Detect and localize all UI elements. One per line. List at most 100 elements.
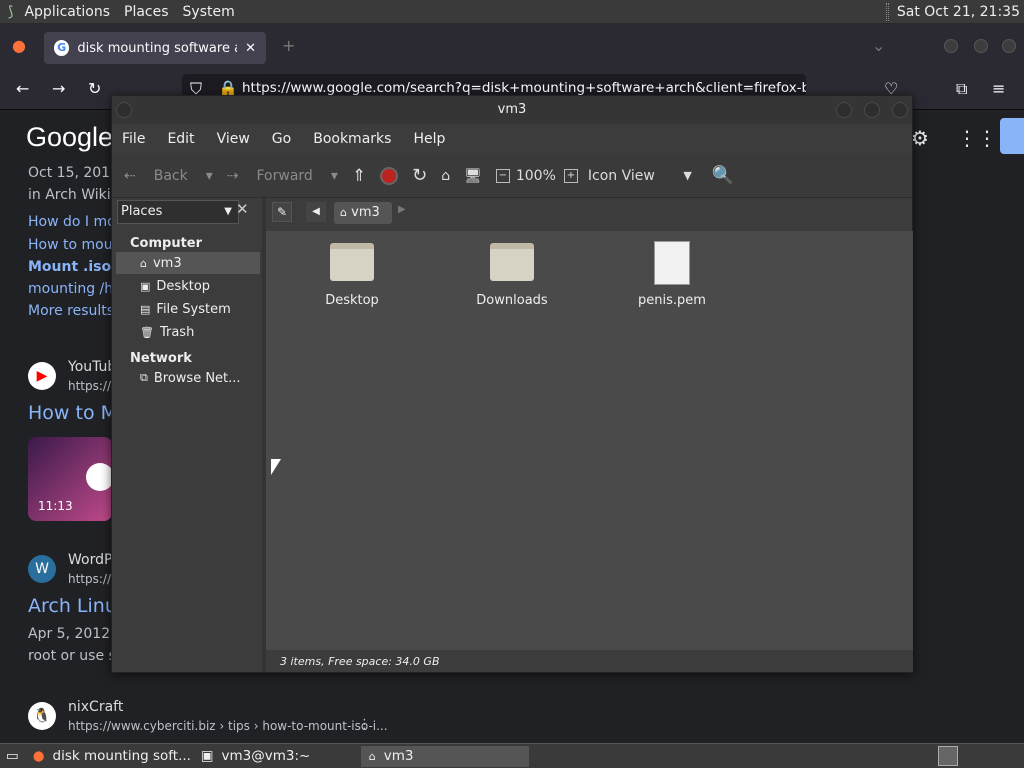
wordpress-site-name[interactable]: WordP — [68, 552, 112, 568]
tab-title: disk mounting software arch — [77, 40, 237, 56]
file-item-desktop[interactable]: Desktop — [297, 243, 407, 308]
crumb-right-icon[interactable]: ▶ — [398, 204, 406, 215]
workspace-switcher[interactable] — [938, 746, 958, 766]
wordpress-date: Apr 5, 2012 – — [28, 626, 122, 642]
sidebar-item-desktop[interactable]: ▣ Desktop — [116, 275, 260, 297]
play-icon[interactable] — [86, 463, 112, 491]
taskbar-item-terminal[interactable]: ▣ vm3@vm3:~ — [193, 746, 361, 767]
taskbar-item-file-manager[interactable]: ⌂ vm3 — [360, 745, 529, 767]
more-options-icon[interactable]: ⋮ — [358, 717, 371, 732]
sub-link-2[interactable]: How to moun — [28, 237, 121, 253]
forward-dropdown-icon[interactable]: ▾ — [331, 168, 338, 184]
text-file-icon — [654, 241, 690, 285]
browser-tab[interactable]: G disk mounting software arch ✕ — [44, 32, 266, 64]
crumb-vm3[interactable]: ⌂ vm3 — [334, 202, 392, 224]
chevron-down-icon: ▼ — [224, 206, 232, 217]
bottom-taskbar: ▭ ● disk mounting soft... ▣ vm3@vm3:~ ⌂ … — [0, 743, 1024, 768]
hamburger-menu-icon[interactable]: ≡ — [992, 79, 1005, 98]
zoom-in-button[interactable]: + — [563, 168, 578, 183]
sidebar-item-vm3[interactable]: ⌂ vm3 — [116, 252, 260, 274]
network-icon: ⧉ — [140, 371, 148, 384]
file-view[interactable]: Desktop Downloads penis.pem — [266, 231, 913, 650]
wordpress-result-title[interactable]: Arch Linu — [28, 595, 117, 617]
sidebar-item-browse-network[interactable]: ⧉ Browse Net... — [116, 367, 260, 389]
forward-button[interactable]: ⇢ Forward ▾ — [227, 168, 338, 184]
up-button[interactable]: ⇑ — [352, 166, 366, 186]
nixcraft-url[interactable]: https://www.cyberciti.biz › tips › how-t… — [68, 719, 388, 733]
places-sidebar: Computer ⌂ vm3 ▣ Desktop ▤ File System 🗑… — [112, 232, 262, 672]
window-close-button[interactable] — [892, 102, 908, 118]
window-titlebar[interactable]: vm3 — [112, 96, 912, 124]
zoom-level[interactable]: 100% — [516, 168, 556, 184]
computer-button[interactable]: 🖥 — [464, 168, 482, 184]
close-window-button[interactable] — [1002, 39, 1016, 53]
sign-in-button[interactable] — [1000, 118, 1024, 154]
search-icon: 🔍 — [711, 165, 735, 186]
forward-icon: ⇢ — [226, 167, 239, 184]
menu-go[interactable]: Go — [272, 131, 291, 147]
reload-button[interactable]: ↻ — [412, 165, 427, 186]
extensions-icon[interactable]: ⧉ — [956, 79, 967, 99]
nixcraft-icon: 🐧 — [28, 702, 56, 730]
settings-gear-icon[interactable]: ⚙ — [911, 126, 929, 150]
applications-menu[interactable]: Applications — [17, 4, 117, 20]
sidebar-item-trash[interactable]: 🗑 Trash — [116, 321, 260, 343]
back-button[interactable]: ⇠ Back ▾ — [124, 168, 213, 184]
sub-link-5[interactable]: More results f — [28, 303, 123, 319]
list-tabs-icon[interactable]: ⌄ — [872, 36, 885, 55]
reload-icon[interactable]: ↻ — [88, 79, 101, 98]
sub-link-4[interactable]: mounting /ho — [28, 281, 122, 297]
back-arrow-icon[interactable]: ← — [16, 79, 29, 98]
home-button[interactable]: ⌂ — [441, 168, 450, 184]
window-minimize-button[interactable] — [836, 102, 852, 118]
view-mode-select[interactable]: Icon View ▼ — [588, 168, 692, 184]
youtube-result-title[interactable]: How to M — [28, 402, 117, 424]
search-button[interactable]: 🔍 — [712, 165, 734, 186]
forward-arrow-icon[interactable]: → — [52, 79, 65, 98]
file-name: penis.pem — [638, 293, 706, 308]
gnome-foot-icon[interactable]: ⟆ — [0, 4, 17, 20]
result-date: Oct 15, 2018 — [28, 165, 119, 181]
zoom-out-button[interactable]: − — [495, 168, 510, 183]
google-logo[interactable]: Google — [26, 122, 113, 153]
menu-help[interactable]: Help — [413, 131, 445, 147]
up-arrow-icon: ⇑ — [351, 165, 367, 186]
crumb-left-icon[interactable]: ◀ — [306, 202, 326, 222]
sidebar-type-select[interactable]: Places ▼ — [117, 200, 239, 224]
close-sidebar-icon[interactable]: ✕ — [236, 200, 249, 218]
video-duration: 11:13 — [38, 499, 73, 513]
menu-edit[interactable]: Edit — [167, 131, 194, 147]
window-title: vm3 — [497, 102, 527, 117]
zoom-out-icon: − — [495, 168, 510, 183]
minimize-button[interactable] — [944, 39, 958, 53]
file-item-penis-pem[interactable]: penis.pem — [617, 241, 727, 308]
youtube-site-name[interactable]: YouTub — [68, 359, 116, 375]
back-dropdown-icon[interactable]: ▾ — [206, 168, 213, 184]
clock[interactable]: Sat Oct 21, 21:35 — [897, 4, 1020, 20]
window-menu-button[interactable] — [116, 102, 132, 118]
file-item-downloads[interactable]: Downloads — [457, 243, 567, 308]
trash-icon: 🗑 — [140, 325, 154, 339]
maximize-button[interactable] — [974, 39, 988, 53]
nixcraft-site-name[interactable]: nixCraft — [68, 699, 123, 715]
location-toggle-icon[interactable]: ✎ — [272, 202, 292, 222]
apps-grid-icon[interactable]: ⋮⋮ — [957, 126, 997, 150]
video-thumbnail[interactable]: 11:13 — [28, 437, 112, 521]
menu-view[interactable]: View — [217, 131, 250, 147]
stop-button[interactable] — [380, 166, 399, 185]
sidebar-item-file-system[interactable]: ▤ File System — [116, 298, 260, 320]
taskbar-item-firefox[interactable]: ● disk mounting soft... — [25, 746, 193, 767]
places-menu[interactable]: Places — [117, 4, 176, 20]
menu-bookmarks[interactable]: Bookmarks — [313, 131, 391, 147]
menu-file[interactable]: File — [122, 131, 145, 147]
new-tab-icon[interactable]: + — [282, 36, 295, 55]
system-menu[interactable]: System — [176, 4, 242, 20]
show-desktop-icon[interactable]: ▭ — [0, 746, 25, 767]
toolbar: ⇠ Back ▾ ⇢ Forward ▾ ⇑ ↻ ⌂ 🖥 − 100% + Icon V… — [112, 154, 912, 198]
location-bar: ✎ ◀ ⌂ vm3 ▶ — [266, 198, 906, 228]
close-tab-icon[interactable]: ✕ — [245, 41, 256, 56]
wordpress-icon: W — [28, 555, 56, 583]
window-maximize-button[interactable] — [864, 102, 880, 118]
firefox-icon[interactable]: ● — [12, 36, 26, 55]
back-icon: ⇠ — [124, 167, 136, 184]
